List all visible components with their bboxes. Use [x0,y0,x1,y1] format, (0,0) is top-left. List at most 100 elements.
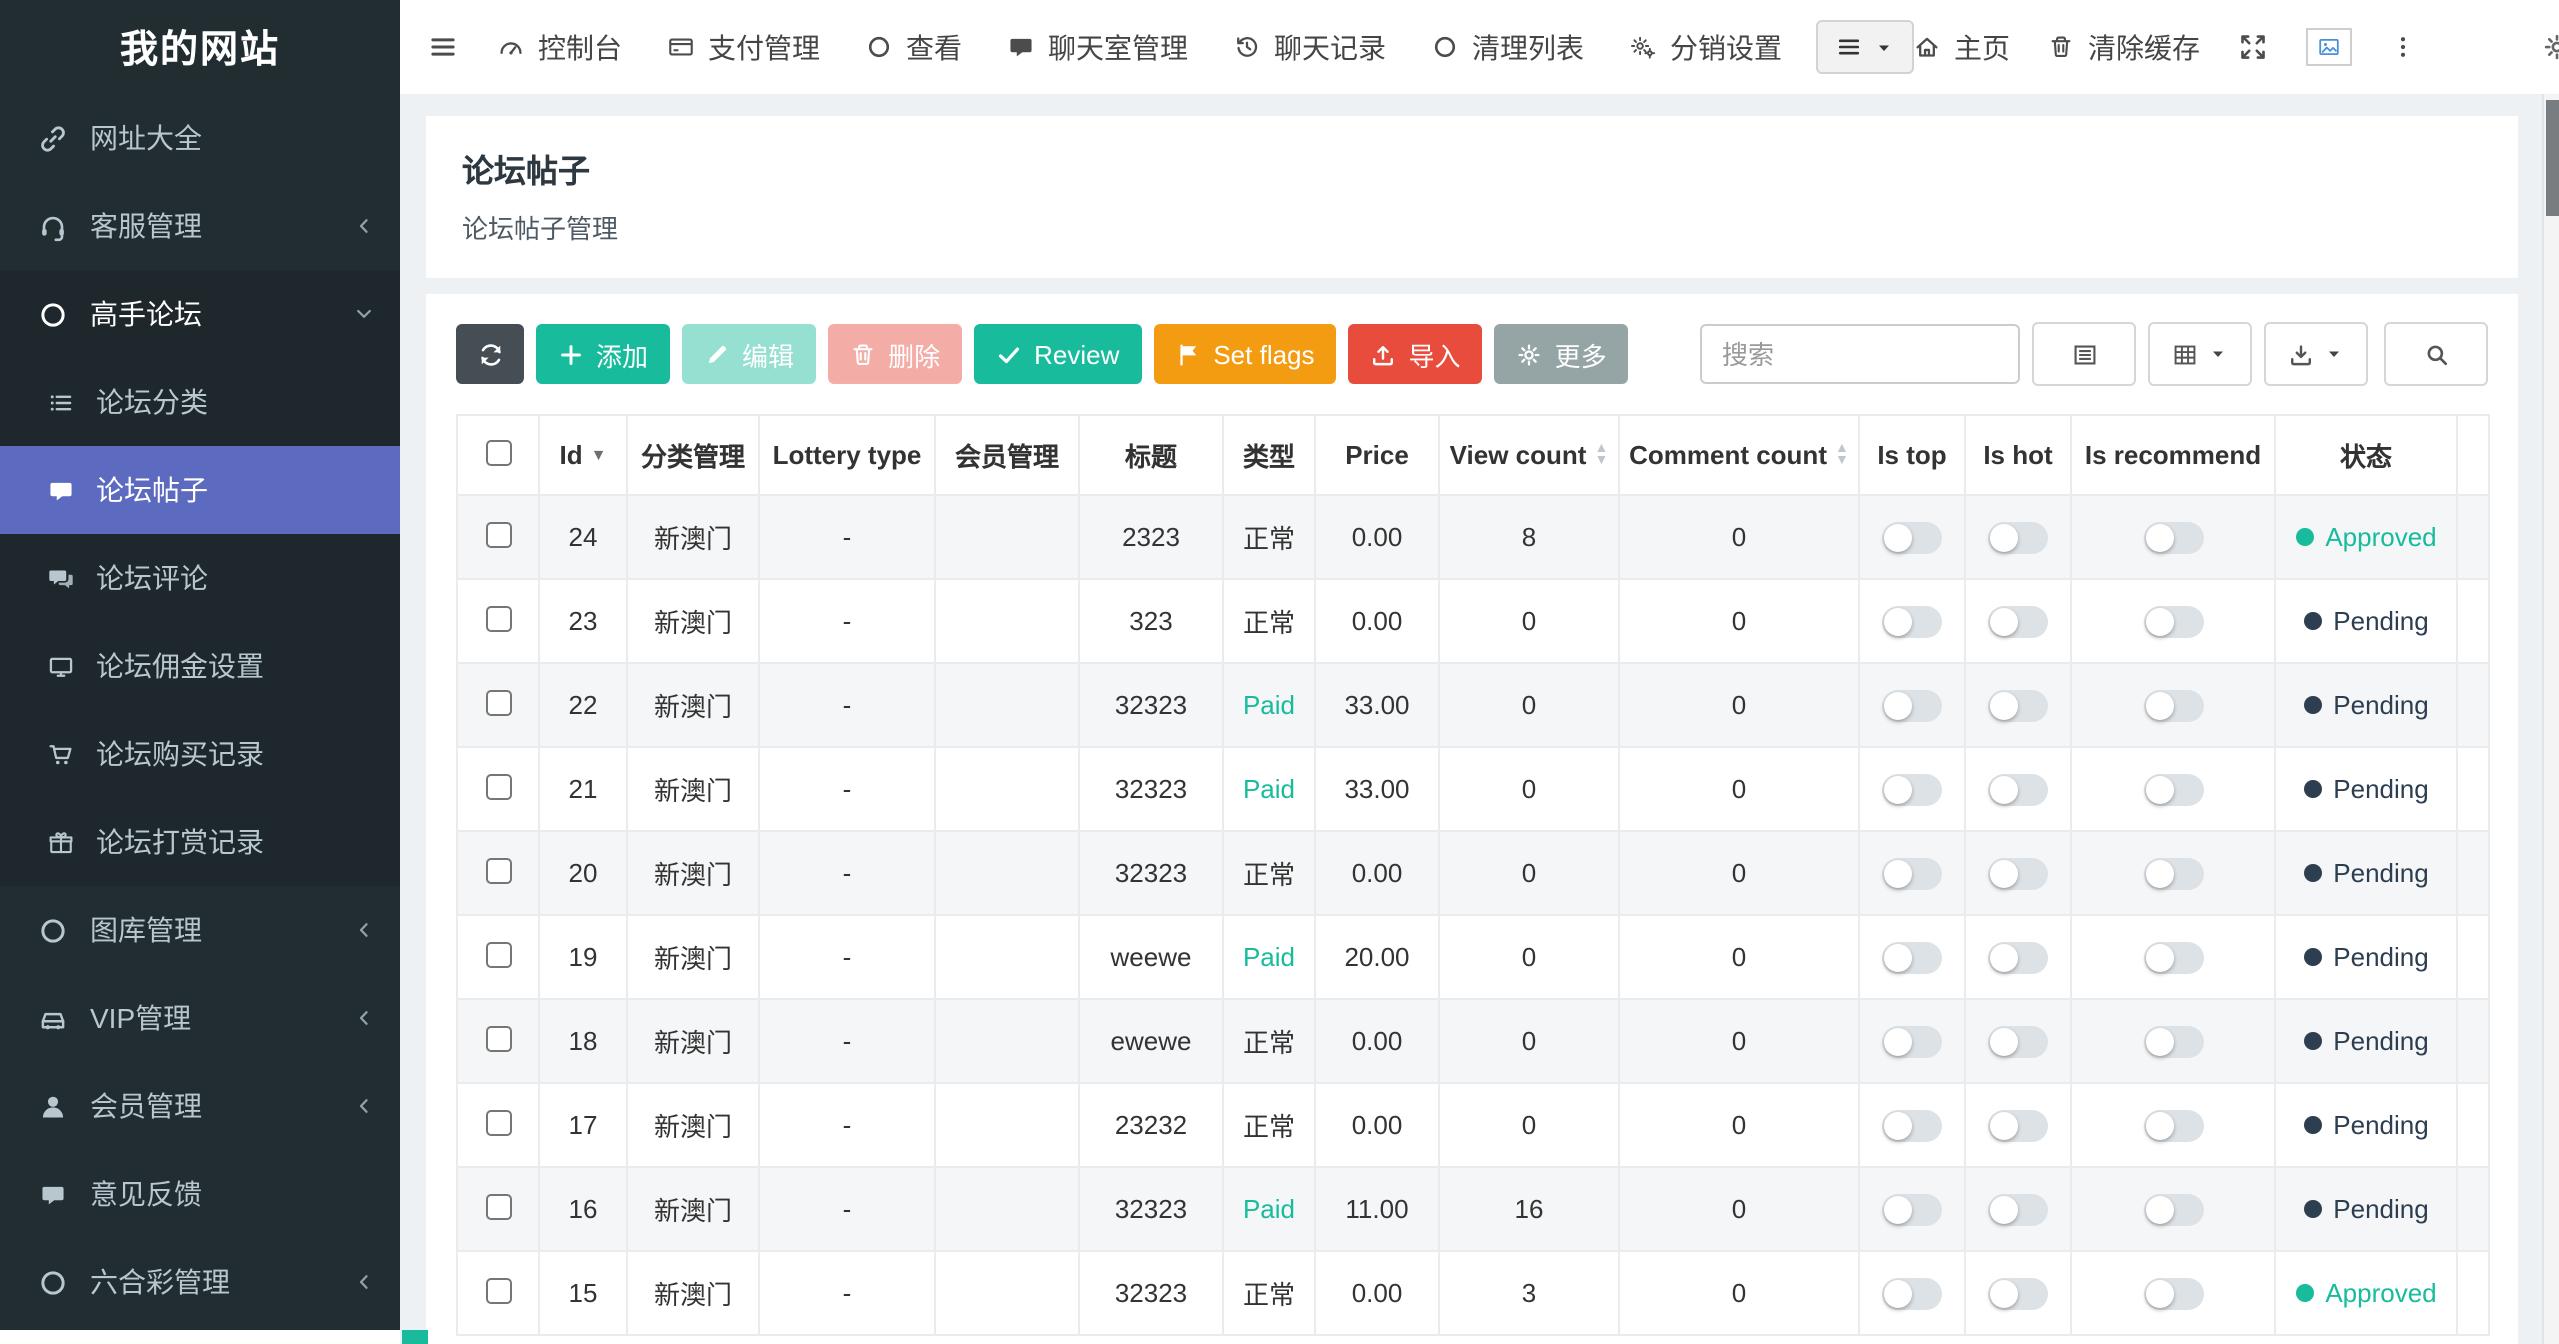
sidebar-item-forum-purchases[interactable]: 论坛购买记录 [0,710,400,798]
review-button[interactable]: Review [974,324,1141,384]
is-hot-toggle[interactable] [1988,1026,2048,1058]
is-hot-toggle-cell [1965,747,2071,831]
nav-item-chatroom[interactable]: 聊天室管理 [1008,27,1188,67]
sidebar-submenu-forum: 论坛分类 论坛帖子 论坛评论 论坛佣金设置 论坛购买记录 [0,358,400,886]
row-checkbox[interactable] [485,773,511,799]
is-hot-toggle[interactable] [1988,690,2048,722]
is-hot-toggle[interactable] [1988,1194,2048,1226]
is-top-toggle[interactable] [1882,690,1942,722]
set-flags-button[interactable]: Set flags [1153,324,1336,384]
sidebar-item-forum-commission[interactable]: 论坛佣金设置 [0,622,400,710]
image-icon [2316,36,2342,58]
fullscreen-button[interactable] [2238,32,2268,62]
table-row: 15新澳门-32323正常0.0030Approved [457,1251,2489,1335]
col-comment-count[interactable]: Comment count▲▼ [1619,415,1859,495]
is-recommend-toggle[interactable] [2143,690,2203,722]
row-checkbox[interactable] [485,689,511,715]
is-recommend-toggle[interactable] [2143,1278,2203,1310]
detail-view-button[interactable] [2032,322,2136,386]
nav-item-home[interactable]: 主页 [1914,27,2010,67]
is-top-toggle[interactable] [1882,774,1942,806]
avatar[interactable] [2306,28,2352,66]
search-button[interactable] [2384,322,2488,386]
nav-item-clear-cache[interactable]: 清除缓存 [2048,27,2200,67]
is-top-toggle[interactable] [1882,1110,1942,1142]
nav-item-view[interactable]: 查看 [866,27,962,67]
gear-icon [1517,341,1543,367]
is-top-toggle[interactable] [1882,858,1942,890]
is-recommend-toggle[interactable] [2143,942,2203,974]
edit-button[interactable]: 编辑 [682,324,816,384]
user-menu-button[interactable] [2390,34,2416,60]
cell-view-count: 0 [1439,747,1619,831]
refresh-button[interactable] [456,324,524,384]
delete-button[interactable]: 删除 [828,324,962,384]
is-recommend-toggle[interactable] [2143,774,2203,806]
cell-status: Approved [2275,1251,2457,1335]
is-hot-toggle[interactable] [1988,858,2048,890]
export-dropdown[interactable] [2264,322,2368,386]
nav-item-chat-history[interactable]: 聊天记录 [1234,27,1386,67]
is-recommend-toggle[interactable] [2143,522,2203,554]
row-checkbox[interactable] [485,1277,511,1303]
is-top-toggle[interactable] [1882,1278,1942,1310]
is-recommend-toggle[interactable] [2143,858,2203,890]
row-checkbox[interactable] [485,605,511,631]
vertical-scrollbar-thumb[interactable] [2546,100,2559,216]
import-button[interactable]: 导入 [1349,324,1483,384]
cell-id: 23 [539,579,627,663]
sidebar-item-members[interactable]: 会员管理 [0,1062,400,1150]
row-checkbox[interactable] [485,1193,511,1219]
is-recommend-toggle[interactable] [2143,1110,2203,1142]
settings-button[interactable] [2542,32,2559,62]
nav-item-payment[interactable]: 支付管理 [668,27,820,67]
is-hot-toggle[interactable] [1988,1110,2048,1142]
nav-item-distribution-settings[interactable]: 分销设置 [1630,27,1782,67]
add-button[interactable]: 添加 [536,324,670,384]
vertical-scrollbar[interactable] [2542,94,2559,1344]
is-top-toggle[interactable] [1882,1026,1942,1058]
is-top-toggle[interactable] [1882,606,1942,638]
select-all-checkbox[interactable] [485,439,511,465]
nav-overflow-dropdown[interactable] [1816,20,1914,74]
sidebar-item-feedback[interactable]: 意见反馈 [0,1150,400,1238]
search-input[interactable] [1700,324,2020,384]
row-checkbox[interactable] [485,857,511,883]
more-button[interactable]: 更多 [1495,324,1629,384]
nav-item-cleanup-list[interactable]: 清理列表 [1432,27,1584,67]
sidebar-item-forum-category[interactable]: 论坛分类 [0,358,400,446]
cell-member [935,747,1079,831]
row-checkbox[interactable] [485,941,511,967]
is-hot-toggle[interactable] [1988,774,2048,806]
bottom-accent [402,1330,428,1344]
sidebar-item-lottery[interactable]: 六合彩管理 [0,1238,400,1326]
sidebar-toggle-button[interactable] [428,32,458,62]
row-checkbox[interactable] [485,1109,511,1135]
cell-type: 正常 [1223,999,1315,1083]
table-row: 22新澳门-32323Paid33.0000Pending [457,663,2489,747]
sidebar-item-forum-comments[interactable]: 论坛评论 [0,534,400,622]
is-top-toggle[interactable] [1882,942,1942,974]
is-recommend-toggle[interactable] [2143,1194,2203,1226]
col-id[interactable]: Id▼ [539,415,627,495]
row-checkbox[interactable] [485,1025,511,1051]
col-view-count[interactable]: View count▲▼ [1439,415,1619,495]
is-top-toggle[interactable] [1882,1194,1942,1226]
is-recommend-toggle[interactable] [2143,1026,2203,1058]
is-hot-toggle[interactable] [1988,522,2048,554]
is-recommend-toggle[interactable] [2143,606,2203,638]
nav-item-dashboard[interactable]: 控制台 [498,27,622,67]
sidebar-item-expert-forum[interactable]: 高手论坛 [0,270,400,358]
sidebar-item-customer-service[interactable]: 客服管理 [0,182,400,270]
is-top-toggle[interactable] [1882,522,1942,554]
sidebar-item-forum-posts[interactable]: 论坛帖子 [0,446,400,534]
sidebar-item-vip[interactable]: VIP管理 [0,974,400,1062]
is-hot-toggle[interactable] [1988,606,2048,638]
is-hot-toggle[interactable] [1988,942,2048,974]
sidebar-item-url-list[interactable]: 网址大全 [0,94,400,182]
row-checkbox[interactable] [485,521,511,547]
sidebar-item-forum-rewards[interactable]: 论坛打赏记录 [0,798,400,886]
columns-dropdown[interactable] [2148,322,2252,386]
sidebar-item-gallery[interactable]: 图库管理 [0,886,400,974]
is-hot-toggle[interactable] [1988,1278,2048,1310]
